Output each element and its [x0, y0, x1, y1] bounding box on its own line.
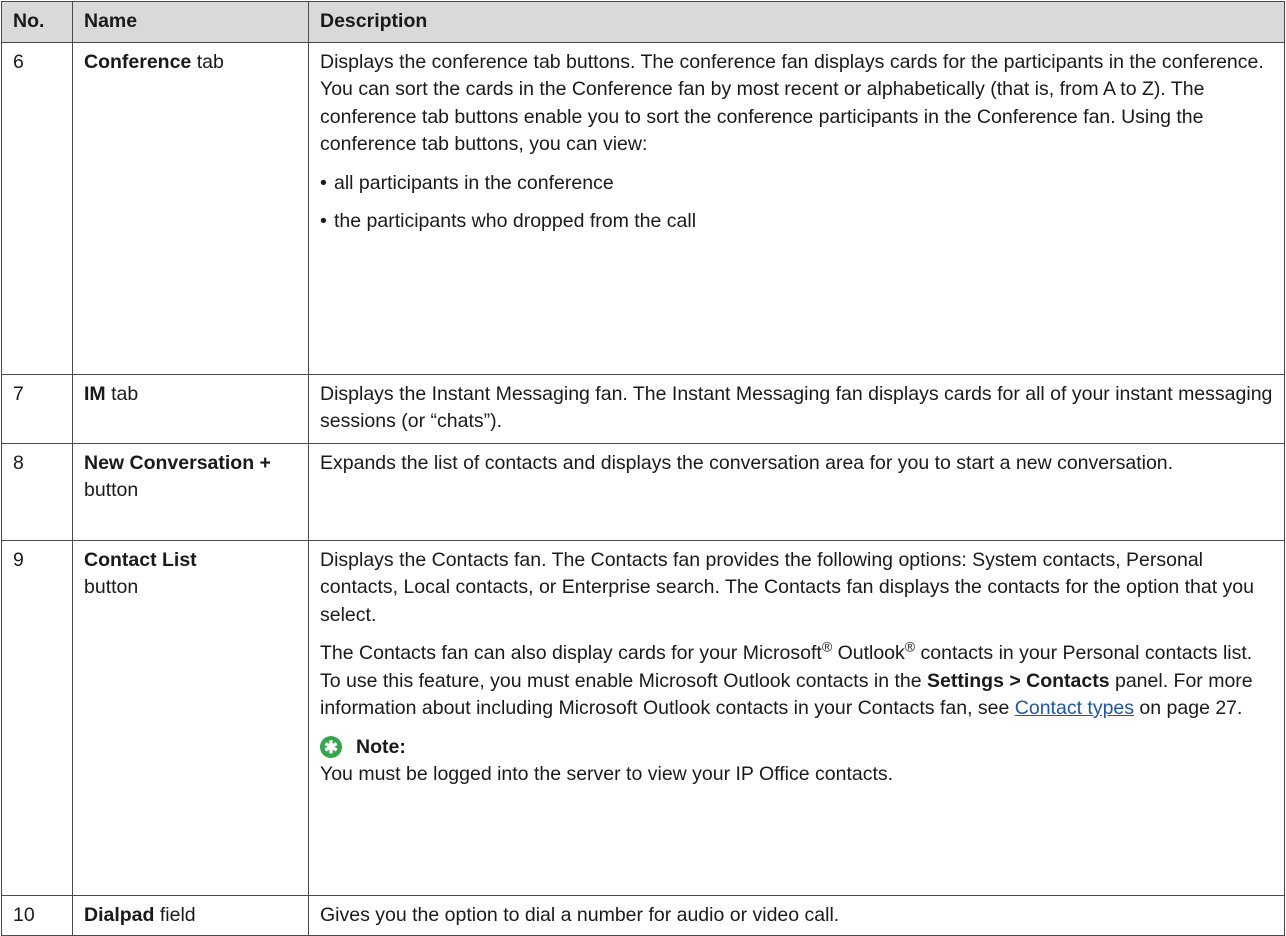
- row-description: Displays the conference tab buttons. The…: [308, 41, 1285, 375]
- list-item-text: the participants who dropped from the ca…: [334, 210, 697, 232]
- row-name-suffix: tab: [191, 50, 224, 73]
- row-number: 7: [1, 373, 73, 444]
- table-row: 6 Conference tab Displays the conference…: [1, 41, 1285, 375]
- header-name: Name: [72, 1, 309, 43]
- star-note-icon: ✱: [320, 736, 342, 759]
- row-name-bold: Contact List: [84, 548, 197, 571]
- table-row: 7 IM tab Displays the Instant Messaging …: [1, 373, 1285, 444]
- row-description: Expands the list of contacts and display…: [308, 442, 1285, 541]
- registered-mark: ®: [904, 638, 916, 655]
- row-name-suffix: button: [84, 479, 139, 501]
- row-name: Contact List button: [72, 539, 309, 896]
- row-name-bold: IM: [84, 382, 106, 405]
- row-name: Dialpad field: [72, 894, 309, 936]
- settings-path: Settings > Contacts: [926, 669, 1110, 692]
- row-name-bold: Dialpad: [84, 903, 155, 926]
- note-block: ✱ Note: You must be logged into the serv…: [320, 734, 1274, 789]
- table-row: 10 Dialpad field Gives you the option to…: [1, 894, 1285, 936]
- list-item: • all participants in the conference: [320, 171, 614, 194]
- registered-mark: ®: [821, 638, 833, 655]
- list-item-text: all participants in the conference: [334, 171, 614, 194]
- description-paragraph: Displays the Instant Messaging fan. The …: [320, 382, 1273, 433]
- header-no: No.: [1, 1, 73, 43]
- text-run: The Contacts fan can also display cards …: [320, 642, 822, 664]
- row-name-bold: Conference: [84, 50, 192, 73]
- contact-types-link[interactable]: Contact types: [1015, 697, 1134, 719]
- row-name: New Conversation + button: [72, 442, 309, 541]
- table-row: 9 Contact List button Displays the Contac…: [1, 539, 1285, 896]
- row-number: 6: [1, 41, 73, 375]
- row-number: 10: [1, 894, 73, 936]
- description-table: No. Name Description 6 Conference tab Di…: [1, 1, 1285, 936]
- header-description: Description: [308, 1, 1285, 43]
- row-number: 9: [1, 539, 73, 896]
- row-description: Gives you the option to dial a number fo…: [308, 894, 1285, 936]
- note-heading: ✱ Note:: [320, 734, 1274, 762]
- description-paragraph: The Contacts fan can also display cards …: [320, 638, 1274, 723]
- row-name: IM tab: [72, 373, 309, 444]
- table-header-row: No. Name Description: [1, 1, 1285, 43]
- description-paragraph: Gives you the option to dial a number fo…: [320, 903, 840, 926]
- description-paragraph: Expands the list of contacts and display…: [320, 451, 1174, 474]
- row-name: Conference tab: [72, 41, 309, 375]
- description-paragraph: Displays the Contacts fan. The Contacts …: [320, 548, 1254, 626]
- row-name-bold: New Conversation +: [84, 451, 271, 474]
- row-description: Displays the Contacts fan. The Contacts …: [308, 539, 1285, 896]
- row-name-suffix: tab: [105, 382, 139, 405]
- note-text: You must be logged into the server to vi…: [320, 763, 894, 785]
- text-run: on page 27.: [1134, 697, 1243, 719]
- row-name-suffix: field: [154, 903, 196, 926]
- bullet-list: • all participants in the conference • the…: [320, 170, 1274, 236]
- note-label: Note:: [356, 735, 406, 758]
- row-description: Displays the Instant Messaging fan. The …: [308, 373, 1285, 444]
- row-number: 8: [1, 442, 73, 541]
- list-item: • the participants who dropped from the c…: [320, 210, 697, 232]
- row-name-suffix: button: [84, 576, 139, 598]
- description-paragraph: Displays the conference tab buttons. The…: [320, 50, 1264, 156]
- table-row: 8 New Conversation + button Expands the l…: [1, 442, 1285, 541]
- text-run: Outlook: [832, 642, 905, 664]
